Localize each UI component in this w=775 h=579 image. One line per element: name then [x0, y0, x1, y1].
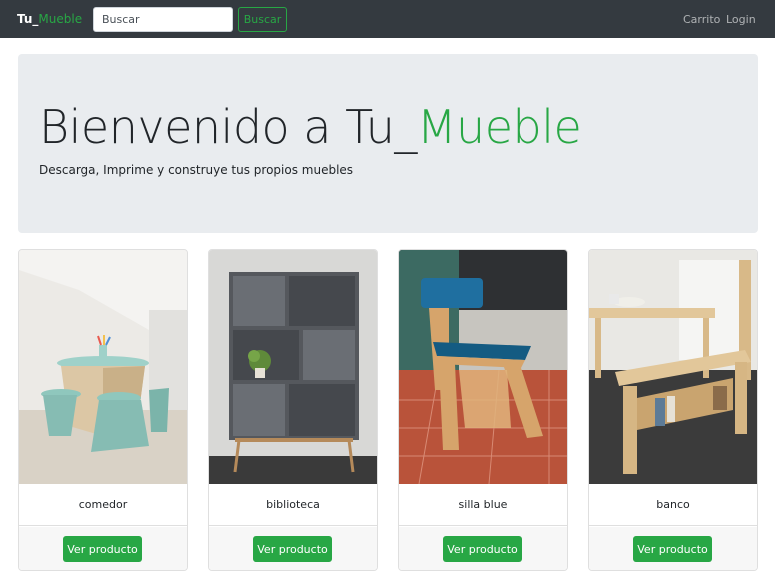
product-image[interactable] [19, 250, 187, 484]
product-name: comedor [19, 484, 187, 526]
product-name: silla blue [399, 484, 567, 526]
nav-link-carrito[interactable]: Carrito [683, 13, 720, 26]
brand-prefix: Tu_ [17, 12, 39, 26]
product-image[interactable] [209, 250, 377, 484]
hero-title: Bienvenido a Tu_Mueble [39, 100, 582, 154]
view-product-button[interactable]: Ver producto [443, 536, 522, 562]
view-product-button[interactable]: Ver producto [633, 536, 712, 562]
product-image[interactable] [399, 250, 567, 484]
hero-title-prefix: Bienvenido a Tu_ [39, 100, 417, 154]
product-image[interactable] [589, 250, 757, 484]
hero-banner: Bienvenido a Tu_Mueble Descarga, Imprime… [18, 54, 758, 233]
view-product-button[interactable]: Ver producto [253, 536, 332, 562]
brand-logo[interactable]: Tu_Mueble [17, 12, 82, 26]
card-footer: Ver producto [19, 527, 187, 570]
brand-accent: Mueble [38, 12, 83, 26]
search-button[interactable]: Buscar [238, 7, 287, 32]
view-product-button[interactable]: Ver producto [63, 536, 142, 562]
card-footer: Ver producto [209, 527, 377, 570]
card-footer: Ver producto [589, 527, 757, 570]
navbar: Tu_Mueble Buscar Carrito Login [0, 0, 775, 38]
product-card: biblioteca Ver producto [208, 249, 378, 571]
product-name: biblioteca [209, 484, 377, 526]
product-card: comedor Ver producto [18, 249, 188, 571]
card-footer: Ver producto [399, 527, 567, 570]
product-name: banco [589, 484, 757, 526]
nav-link-login[interactable]: Login [726, 13, 756, 26]
search-input[interactable] [93, 7, 233, 32]
hero-subtitle: Descarga, Imprime y construye tus propio… [39, 163, 354, 177]
product-card: silla blue Ver producto [398, 249, 568, 571]
hero-title-accent: Mueble [416, 100, 582, 154]
product-card: banco Ver producto [588, 249, 758, 571]
